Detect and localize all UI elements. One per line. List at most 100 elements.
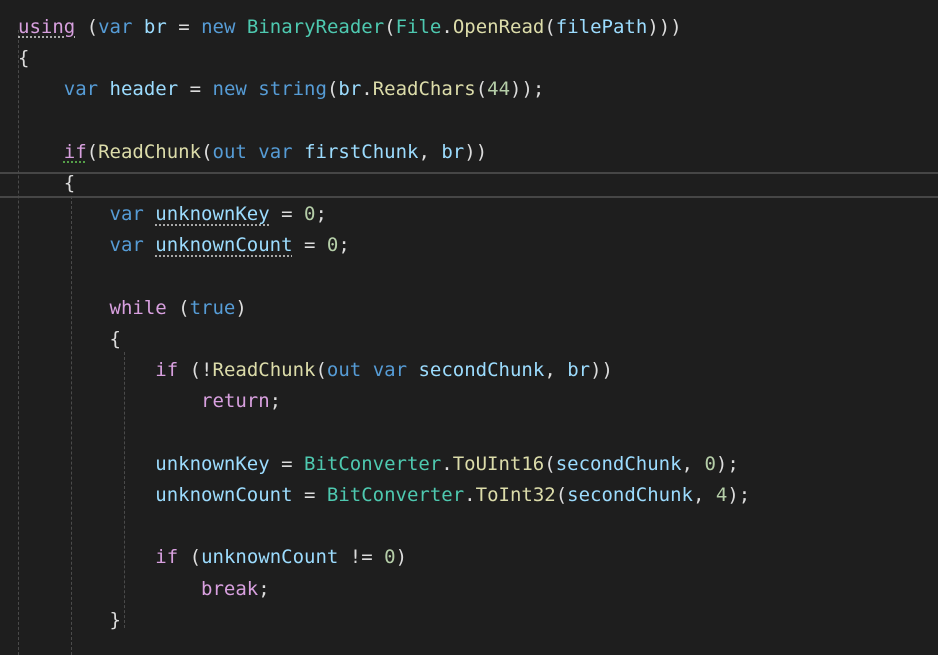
code-line[interactable]: if (unknownCount != 0) [0,542,938,573]
code-token: , [693,484,716,506]
code-token: ( [86,140,99,163]
code-token: if [63,140,87,163]
code-line[interactable]: unknownCount = BitConverter.ToInt32(seco… [0,480,938,511]
code-token: 0 [326,234,339,257]
code-token: ReadChunk [212,359,316,382]
code-token: ; [338,234,350,257]
code-token: var [98,16,133,38]
code-token: ) [395,546,408,569]
code-token: { [18,47,30,70]
code-line-text: return; [18,386,281,417]
code-line-text: { [18,168,75,199]
code-token: ( [166,296,190,319]
code-token: ToUInt16 [452,452,545,475]
code-line[interactable]: if(ReadChunk(out var firstChunk, br)) [0,137,938,168]
code-line-text: var unknownCount = 0; [18,230,350,261]
code-token: firstChunk [304,140,419,163]
code-line[interactable]: var unknownKey = 0; [0,199,938,230]
code-line-text: unknownCount = BitConverter.ToInt32(seco… [18,480,750,511]
code-token: BitConverter [304,452,442,475]
code-token: { [63,172,76,194]
code-token: = [166,16,202,38]
code-token: ( [544,452,556,475]
code-line[interactable] [0,106,938,137]
code-line-text: { [18,324,121,355]
code-line[interactable] [0,262,938,293]
code-line[interactable]: while (true) [0,293,938,324]
code-line[interactable]: } [0,605,938,636]
code-token: if [155,359,179,382]
code-token: (! [178,359,213,382]
code-token: = [269,203,305,226]
code-token: , [544,359,568,382]
code-line-text: { [18,43,29,74]
code-line[interactable]: var unknownCount = 0; [0,230,938,261]
code-token: return [201,390,270,413]
code-token: unknownKey [155,203,270,226]
code-token: secondChunk [418,359,545,382]
code-token: ; [258,577,270,600]
code-token: header [109,78,179,101]
code-token: 0 [384,546,396,569]
code-line[interactable] [0,636,938,655]
code-token: ( [315,359,327,382]
code-line[interactable]: using (var br = new BinaryReader(File.Op… [0,12,938,43]
code-line[interactable]: { [0,324,938,355]
code-line[interactable]: unknownKey = BitConverter.ToUInt16(secon… [0,449,938,480]
code-token: unknownCount [201,546,339,569]
code-token: br [441,140,465,163]
code-token: 0 [704,452,716,475]
code-line-text: var header = new string(br.ReadChars(44)… [18,74,545,105]
code-line[interactable]: { [0,43,938,74]
code-line[interactable]: return; [0,386,938,417]
code-line-text: if (!ReadChunk(out var secondChunk, br)) [18,355,613,386]
code-token: while [109,296,167,319]
code-token: . [441,452,453,475]
code-editor[interactable]: using (var br = new BinaryReader(File.Op… [0,0,938,655]
code-line[interactable] [0,418,938,449]
code-token: ( [475,78,488,101]
code-token: OpenRead [452,16,545,38]
code-line-text: using (var br = new BinaryReader(File.Op… [18,12,682,43]
code-token: ); [727,484,751,506]
code-line[interactable]: var header = new string(br.ReadChars(44)… [0,74,938,105]
code-token: 0 [304,203,316,226]
code-token: )) [464,140,488,163]
code-token: filePath [555,16,648,38]
code-line[interactable]: { [0,168,938,199]
code-token: ( [178,546,202,569]
code-token: string [258,78,327,101]
code-token: ) [235,296,247,319]
code-line-text: } [18,605,121,636]
code-token: ))) [647,16,682,38]
code-token: break [201,577,259,600]
code-token: unknownCount [155,234,293,257]
code-token: new [201,16,236,38]
code-token: BinaryReader [246,16,385,38]
code-token: ToInt32 [475,484,556,506]
code-token: ; [269,390,282,413]
code-line[interactable] [0,511,938,542]
code-token: = [269,452,304,475]
code-token: ( [75,16,99,38]
code-line[interactable]: if (!ReadChunk(out var secondChunk, br)) [0,355,938,386]
code-token: File [395,16,442,38]
code-token: , [418,140,442,163]
code-line[interactable]: break; [0,574,938,605]
code-token: } [109,608,121,631]
code-token: ( [326,78,339,101]
